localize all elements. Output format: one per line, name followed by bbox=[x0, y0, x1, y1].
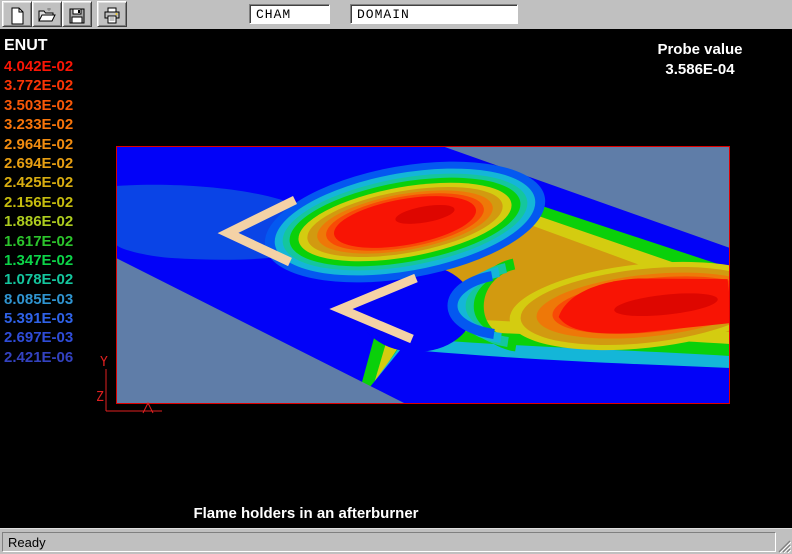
z-axis-label: Z bbox=[96, 390, 104, 405]
legend-entry: 2.156E-02 bbox=[4, 194, 73, 213]
save-file-button[interactable] bbox=[62, 1, 92, 27]
contour-legend: 4.042E-02 3.772E-02 3.503E-02 3.233E-02 … bbox=[4, 58, 73, 368]
legend-entry: 4.042E-02 bbox=[4, 58, 73, 77]
print-button[interactable] bbox=[97, 1, 127, 27]
resize-grip-icon[interactable] bbox=[778, 540, 791, 553]
new-document-button[interactable] bbox=[2, 1, 32, 27]
toolbar: CHAM DOMAIN bbox=[0, 0, 792, 30]
cham-field[interactable]: CHAM bbox=[249, 4, 330, 24]
new-document-icon bbox=[8, 7, 26, 25]
contour-plot-canvas[interactable] bbox=[116, 146, 730, 404]
legend-entry: 2.694E-02 bbox=[4, 155, 73, 174]
legend-entry: 1.347E-02 bbox=[4, 252, 73, 271]
variable-name-label: ENUT bbox=[4, 37, 48, 55]
legend-entry: 2.964E-02 bbox=[4, 136, 73, 155]
graphics-area: ENUT 4.042E-02 3.772E-02 3.503E-02 3.233… bbox=[0, 30, 792, 528]
plot-caption: Flame holders in an afterburner bbox=[106, 505, 506, 522]
open-folder-icon bbox=[38, 7, 56, 25]
y-axis-label: Y bbox=[100, 355, 108, 370]
printer-icon bbox=[103, 7, 121, 25]
legend-entry: 2.697E-03 bbox=[4, 329, 73, 348]
legend-entry: 3.233E-02 bbox=[4, 116, 73, 135]
status-message: Ready bbox=[2, 532, 776, 552]
legend-entry: 2.425E-02 bbox=[4, 174, 73, 193]
domain-field[interactable]: DOMAIN bbox=[350, 4, 518, 24]
legend-entry: 5.391E-03 bbox=[4, 310, 73, 329]
open-file-button[interactable] bbox=[32, 1, 62, 27]
legend-entry: 8.085E-03 bbox=[4, 291, 73, 310]
legend-entry: 3.503E-02 bbox=[4, 97, 73, 116]
legend-entry: 1.078E-02 bbox=[4, 271, 73, 290]
probe-label: Probe value bbox=[620, 40, 780, 60]
legend-entry: 2.421E-06 bbox=[4, 349, 73, 368]
probe-readout: Probe value 3.586E-04 bbox=[620, 40, 780, 80]
probe-value: 3.586E-04 bbox=[620, 60, 780, 80]
phoenics-viewer-window: CHAM DOMAIN ENUT 4.042E-02 3.772E-02 3.5… bbox=[0, 0, 792, 554]
legend-entry: 3.772E-02 bbox=[4, 77, 73, 96]
legend-entry: 1.886E-02 bbox=[4, 213, 73, 232]
status-bar: Ready bbox=[0, 528, 792, 554]
save-floppy-icon bbox=[68, 7, 86, 25]
axis-triad: Y Z bbox=[90, 345, 170, 420]
legend-entry: 1.617E-02 bbox=[4, 233, 73, 252]
